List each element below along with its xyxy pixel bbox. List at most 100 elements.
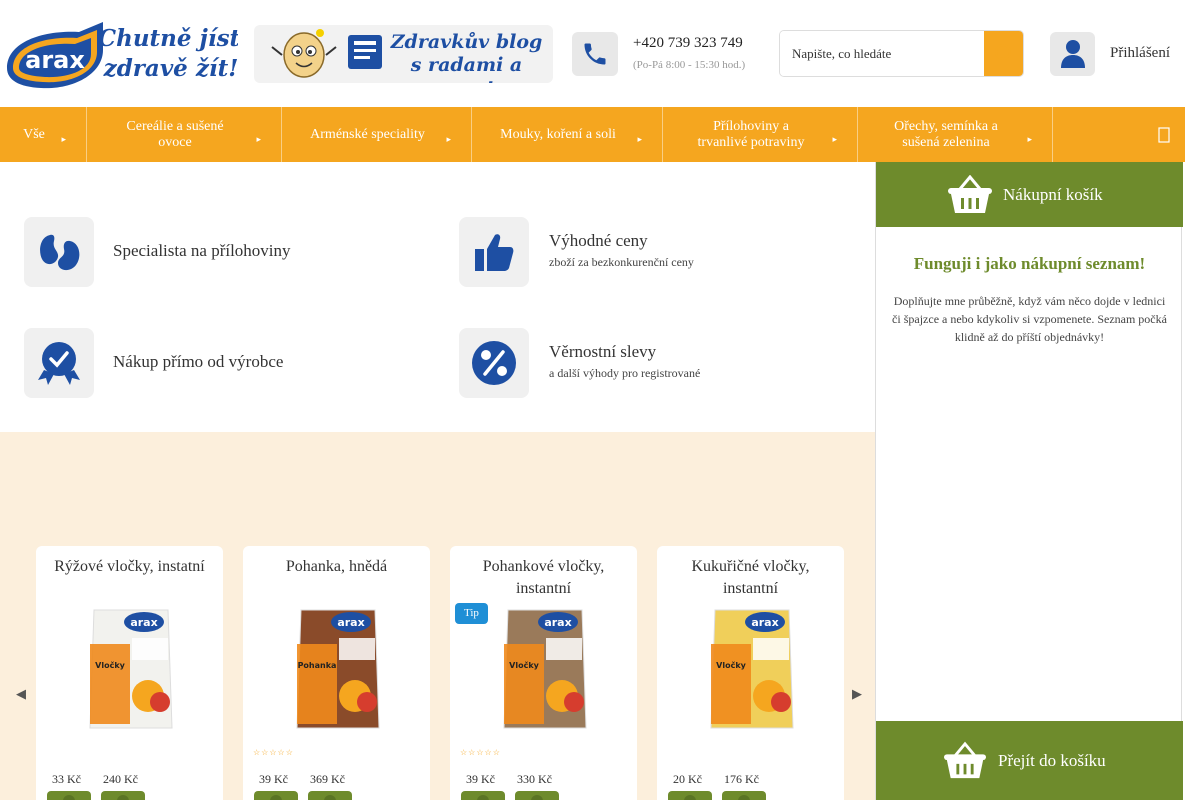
price-unit: 39 Kč [259,772,288,786]
go-to-cart-label: Přejít do košíku [998,751,1106,770]
nav-item-label: Mouky, koření a soli [500,126,616,142]
search-box [779,30,1024,77]
svg-text:arax: arax [130,616,157,629]
price-unit: 33 Kč [52,772,81,786]
feature-title: Výhodné ceny [549,231,648,250]
chevron-right-icon: ▸ [256,134,261,144]
product-name[interactable]: Rýžové vločky, instatní [44,556,215,578]
svg-text:Vločky: Vločky [95,660,125,670]
logo-mark: arax [7,22,103,89]
cart-sidebar: Nákupní košík Funguji i jako nákupní sez… [875,162,1183,800]
carousel-next-button[interactable]: ▶ [852,686,862,702]
cart-title: Nákupní košík [1003,185,1103,204]
add-kg-to-cart-button[interactable] [308,791,352,800]
price-unit: 39 Kč [466,772,495,786]
user-icon-box[interactable] [1050,32,1095,76]
blog-banner[interactable]: Zdravkův blog s radami a recepty [254,25,553,83]
arax-logo[interactable]: arax Chutně jíst, zdravě žít! [3,16,248,92]
price-per-kg: 176 Kč [724,772,759,786]
nav-item-all[interactable]: Vše ▸ [0,107,87,162]
slogan-line2: zdravě žít! [103,55,238,82]
category-nav: Vše ▸ Cereálie a sušené ovoce ▸ Arménské… [0,107,1185,162]
blog-banner-text: Zdravkův blog s radami a recepty [384,31,549,83]
price-per-kg: 240 Kč [103,772,138,786]
phone-hours: (Po-Pá 8:00 - 15:30 hod.) [633,59,746,71]
go-to-cart-button[interactable]: Přejít do košíku [876,721,1183,800]
chevron-right-icon: ▸ [61,134,66,144]
product-image[interactable]: Vločky arax [500,604,590,734]
percent-icon [459,328,529,398]
svg-text:Vločky: Vločky [509,660,539,670]
product-image[interactable]: Pohanka arax [293,604,383,734]
search-icon [1158,126,1170,143]
user-icon [1060,40,1085,68]
feature-subtitle: a další výhody pro registrované [549,366,701,380]
nav-item-cereals[interactable]: Cereálie a sušené ovoce ▸ [87,107,282,162]
nav-item-label: Vše [23,126,45,142]
add-unit-to-cart-button[interactable] [254,791,298,800]
award-badge-icon [24,328,94,398]
add-kg-to-cart-button[interactable] [101,791,145,800]
product-card[interactable]: Kukuřičné vločky, instantní Vločky arax 20 … [657,546,844,800]
feature-title: Nákup přímo od výrobce [113,352,284,371]
product-image[interactable]: Vločky arax [707,604,797,734]
nav-item-label: Cereálie a sušené ovoce [126,118,224,150]
feature-subtitle: zboží za bezkonkurenční ceny [549,255,694,269]
rating-stars[interactable]: ☆☆☆☆☆ [460,748,501,757]
basket-icon [944,741,986,779]
price-per-kg: 369 Kč [310,772,345,786]
blog-line2: s radami a recepty [410,54,523,83]
product-image[interactable]: Vločky arax [86,604,176,734]
chevron-right-icon: ▸ [446,134,451,144]
svg-text:arax: arax [337,616,364,629]
feature-title: Věrnostní slevy [549,342,657,361]
mascot-icon [271,29,382,78]
chevron-right-icon: ▸ [1027,134,1032,144]
phone-icon-box[interactable] [572,32,618,76]
nav-item-label: Ořechy, semínka a sušená zelenina [894,118,998,150]
nav-item-side-dishes[interactable]: Přílohoviny a trvanlivé potraviny ▸ [663,107,858,162]
svg-text:arax: arax [544,616,571,629]
rating-stars[interactable]: ☆☆☆☆☆ [253,748,294,757]
add-kg-to-cart-button[interactable] [515,791,559,800]
add-unit-to-cart-button[interactable] [461,791,505,800]
product-card[interactable]: Pohankové vločky, instantní Vločky arax Tip… [450,546,637,800]
chevron-right-icon: ▸ [832,134,837,144]
add-unit-to-cart-button[interactable] [668,791,712,800]
product-name[interactable]: Pohankové vločky, instantní [458,556,629,600]
login-link[interactable]: Přihlášení [1110,45,1170,62]
chevron-right-icon: ▸ [637,134,642,144]
site-header: arax Chutně jíst, zdravě žít! Zdravkův b… [0,0,1200,107]
beans-icon [24,217,94,287]
search-input[interactable] [780,31,984,76]
nav-item-label: Přílohoviny a trvanlivé potraviny [697,118,805,150]
product-name[interactable]: Pohanka, hnědá [251,556,422,578]
svg-text:Vločky: Vločky [716,660,746,670]
feature-title: Specialista na přílohoviny [113,241,291,260]
nav-item-flours[interactable]: Mouky, koření a soli ▸ [472,107,663,162]
nav-search-button[interactable] [1053,107,1185,162]
nav-item-label: Arménské speciality [310,126,425,142]
cart-heading: Funguji i jako nákupní seznam! [913,254,1146,273]
add-unit-to-cart-button[interactable] [47,791,91,800]
thumbs-up-icon [459,217,529,287]
svg-text:arax: arax [751,616,778,629]
price-unit: 20 Kč [673,772,702,786]
tip-badge: Tip [455,603,488,624]
cart-description: Doplňujte mne průběžně, když vám něco do… [892,294,1167,344]
search-icon [995,44,1011,60]
nav-item-armenian[interactable]: Arménské speciality ▸ [282,107,472,162]
logo-text: arax [25,46,85,74]
search-button[interactable] [984,31,1023,76]
price-per-kg: 330 Kč [517,772,552,786]
carousel-prev-button[interactable]: ◀ [16,686,26,702]
product-card[interactable]: Pohanka, hnědá Pohanka arax ☆☆☆☆☆ 39 Kč 369 K… [243,546,430,800]
slogan-line1: Chutně jíst, [98,25,238,52]
product-name[interactable]: Kukuřičné vločky, instantní [665,556,836,600]
product-card[interactable]: Rýžové vločky, instatní Vločky arax 33 Kč 24… [36,546,223,800]
phone-icon [584,43,606,65]
add-kg-to-cart-button[interactable] [722,791,766,800]
cart-header[interactable]: Nákupní košík [876,162,1183,227]
nav-item-nuts[interactable]: Ořechy, semínka a sušená zelenina ▸ [858,107,1053,162]
phone-number[interactable]: +420 739 323 749 [633,35,743,52]
